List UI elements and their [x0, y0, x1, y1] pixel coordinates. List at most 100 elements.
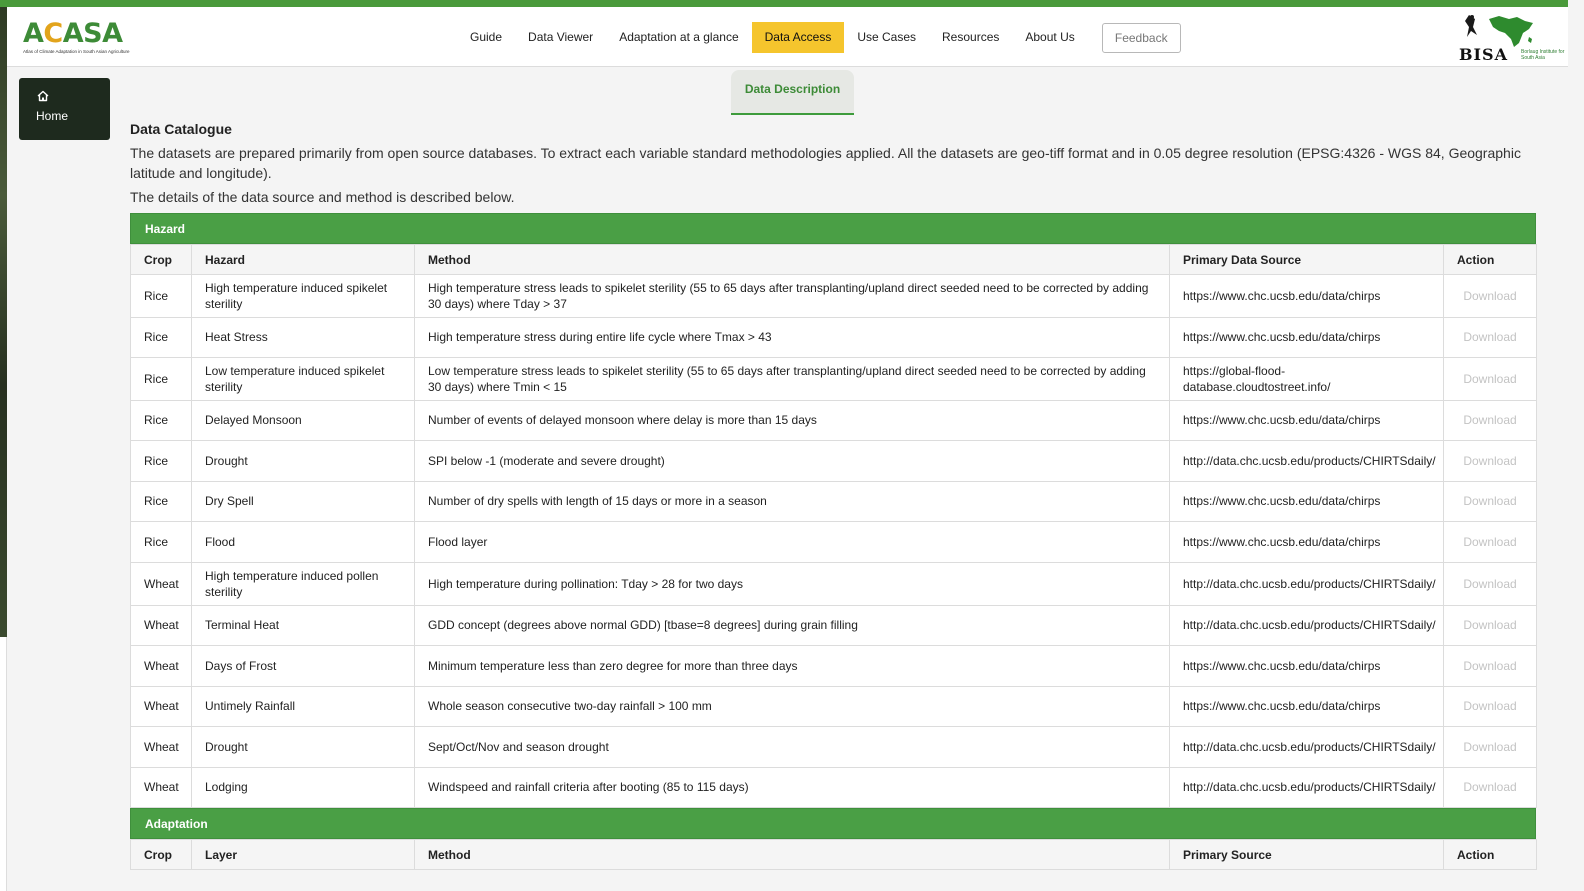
cell-crop: Rice — [130, 481, 192, 522]
cell-crop: Rice — [130, 274, 192, 318]
adaptation-section-header: Adaptation — [130, 808, 1536, 839]
cell-crop: Wheat — [130, 605, 192, 646]
hazard-table-row: Rice Flood Flood layer https://www.chc.ucsb… — [130, 521, 1537, 563]
download-button[interactable]: Download — [1443, 274, 1537, 318]
hazard-table-row: Wheat High temperature induced pollen ste… — [130, 562, 1537, 606]
left-edge-strip — [0, 7, 7, 637]
download-button[interactable]: Download — [1443, 605, 1537, 646]
cell-method: SPI below -1 (moderate and severe drough… — [414, 440, 1170, 482]
cell-primary-data-source: https://www.chc.ucsb.edu/data/chirps — [1169, 400, 1444, 441]
cell-crop: Rice — [130, 521, 192, 563]
hazard-table-row: Wheat Lodging Windspeed and rainfall crite… — [130, 767, 1537, 808]
sidebar-home-button[interactable]: Home — [19, 78, 110, 140]
adaptation-table: Crop Layer Method Primary Source Action — [130, 839, 1537, 870]
column-header-method: Method — [414, 839, 1170, 870]
cell-hazard: Terminal Heat — [191, 605, 415, 646]
bisa-wordmark: BISA — [1459, 45, 1508, 64]
download-button[interactable]: Download — [1443, 357, 1537, 401]
catalogue-description: The datasets are prepared primarily from… — [130, 145, 1521, 181]
hazard-table-row: Rice Drought SPI below -1 (moderate and se… — [130, 440, 1537, 482]
tab-data-description[interactable]: Data Description — [731, 70, 854, 115]
cell-crop: Rice — [130, 317, 192, 358]
cell-method: Flood layer — [414, 521, 1170, 563]
download-button[interactable]: Download — [1443, 440, 1537, 482]
nav-data-access[interactable]: Data Access — [751, 22, 845, 53]
cell-primary-data-source: https://www.chc.ucsb.edu/data/chirps — [1169, 274, 1444, 318]
nav-about-us[interactable]: About Us — [1012, 22, 1087, 53]
nav-resources[interactable]: Resources — [929, 22, 1012, 53]
acasa-logo[interactable]: ACASA Atlas of Climate Adaptation in Sou… — [23, 19, 143, 59]
column-header-method: Method — [414, 244, 1170, 275]
download-button[interactable]: Download — [1443, 521, 1537, 563]
cell-crop: Wheat — [130, 562, 192, 606]
hazard-table-row: Wheat Days of Frost Minimum temperature le… — [130, 645, 1537, 687]
download-button[interactable]: Download — [1443, 481, 1537, 522]
page-title: Data Catalogue — [130, 121, 232, 137]
cell-method: Minimum temperature less than zero degre… — [414, 645, 1170, 687]
column-header-action: Action — [1443, 839, 1537, 870]
cell-primary-data-source: http://data.chc.ucsb.edu/products/CHIRTS… — [1169, 767, 1444, 808]
sidebar-home-label: Home — [36, 109, 69, 123]
cell-method: Sept/Oct/Nov and season drought — [414, 726, 1170, 768]
cell-crop: Rice — [130, 400, 192, 441]
hazard-table-row: Rice High temperature induced spikelet st… — [130, 274, 1537, 318]
bisa-subtitle: Borlaug Institute for South Asia — [1521, 49, 1565, 61]
download-button[interactable]: Download — [1443, 400, 1537, 441]
hazard-table: Crop Hazard Method Primary Data Source A… — [130, 244, 1537, 808]
hazard-table-row: Wheat Drought Sept/Oct/Nov and season drou… — [130, 726, 1537, 768]
cell-primary-data-source: https://global-flood-database.cloudtostr… — [1169, 357, 1444, 401]
cell-hazard: Lodging — [191, 767, 415, 808]
logo-letters-rest: ASA — [62, 18, 123, 49]
download-button[interactable]: Download — [1443, 726, 1537, 768]
hazard-table-row: Wheat Untimely Rainfall Whole season conse… — [130, 686, 1537, 727]
nav-data-viewer[interactable]: Data Viewer — [515, 22, 606, 53]
cell-primary-data-source: http://data.chc.ucsb.edu/products/CHIRTS… — [1169, 726, 1444, 768]
cell-primary-data-source: https://www.chc.ucsb.edu/data/chirps — [1169, 686, 1444, 727]
column-header-crop: Crop — [130, 839, 192, 870]
nav-use-cases[interactable]: Use Cases — [844, 22, 929, 53]
catalogue-details-note: The details of the data source and metho… — [130, 189, 515, 205]
south-asia-map-icon — [1465, 15, 1533, 47]
cell-crop: Wheat — [130, 686, 192, 727]
bisa-logo[interactable]: BISA Borlaug Institute for South Asia — [1459, 13, 1564, 65]
download-button[interactable]: Download — [1443, 645, 1537, 687]
cell-method: GDD concept (degrees above normal GDD) [… — [414, 605, 1170, 646]
column-header-crop: Crop — [130, 244, 192, 275]
cell-method: Number of events of delayed monsoon wher… — [414, 400, 1170, 441]
hazard-table-row: Rice Low temperature induced spikelet ste… — [130, 357, 1537, 401]
top-accent-bar — [0, 0, 1568, 7]
column-header-hazard: Hazard — [191, 244, 415, 275]
cell-primary-data-source: https://www.chc.ucsb.edu/data/chirps — [1169, 317, 1444, 358]
logo-letter-a: A — [23, 18, 44, 49]
feedback-button[interactable]: Feedback — [1101, 22, 1181, 53]
cell-crop: Rice — [130, 440, 192, 482]
cell-crop: Rice — [130, 357, 192, 401]
cell-crop: Wheat — [130, 767, 192, 808]
cell-method: Windspeed and rainfall criteria after bo… — [414, 767, 1170, 808]
download-button[interactable]: Download — [1443, 686, 1537, 727]
download-button[interactable]: Download — [1443, 562, 1537, 606]
cell-method: Low temperature stress leads to spikelet… — [414, 357, 1170, 401]
column-header-layer: Layer — [191, 839, 415, 870]
cell-primary-data-source: http://data.chc.ucsb.edu/products/CHIRTS… — [1169, 440, 1444, 482]
cell-hazard: Flood — [191, 521, 415, 563]
logo-subtitle: Atlas of Climate Adaptation in South Asi… — [23, 49, 130, 54]
download-button[interactable]: Download — [1443, 317, 1537, 358]
nav-guide[interactable]: Guide — [457, 22, 515, 53]
cell-hazard: High temperature induced pollen sterilit… — [191, 562, 415, 606]
hazard-table-row: Rice Dry Spell Number of dry spells with l… — [130, 481, 1537, 522]
cell-primary-data-source: https://www.chc.ucsb.edu/data/chirps — [1169, 645, 1444, 687]
download-button[interactable]: Download — [1443, 767, 1537, 808]
cell-hazard: Low temperature induced spikelet sterili… — [191, 357, 415, 401]
cell-hazard: High temperature induced spikelet steril… — [191, 274, 415, 318]
nav-adaptation-at-a-glance[interactable]: Adaptation at a glance — [606, 22, 751, 53]
hazard-table-row: Rice Delayed Monsoon Number of events of d… — [130, 400, 1537, 441]
cell-primary-data-source: https://www.chc.ucsb.edu/data/chirps — [1169, 521, 1444, 563]
cell-hazard: Untimely Rainfall — [191, 686, 415, 727]
data-catalogue-tables: Hazard Crop Hazard Method Primary Data S… — [130, 213, 1537, 870]
cell-crop: Wheat — [130, 645, 192, 687]
logo-letter-c: C — [43, 18, 63, 49]
hazard-section-header: Hazard — [130, 213, 1536, 244]
hazard-table-row: Wheat Terminal Heat GDD concept (degrees a… — [130, 605, 1537, 646]
cell-method: High temperature stress leads to spikele… — [414, 274, 1170, 318]
